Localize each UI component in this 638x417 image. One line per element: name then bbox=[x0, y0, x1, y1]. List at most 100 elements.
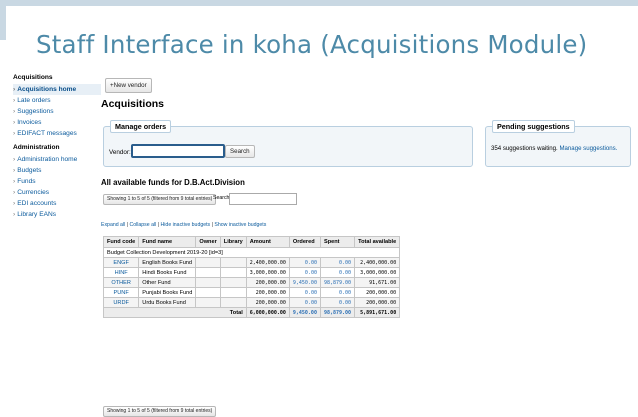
suggestions-waiting-count: 354 suggestions waiting. bbox=[491, 145, 558, 152]
fund-amount: 200,000.00 bbox=[245, 277, 290, 288]
fund-spent[interactable]: 0.00 bbox=[319, 267, 356, 278]
budget-group-row: Budget Collection Development 2019-20 [i… bbox=[102, 247, 401, 258]
fund-name: English Books Fund bbox=[138, 257, 197, 268]
sidebar-item-edi-accounts[interactable]: EDI accounts bbox=[13, 198, 101, 209]
fund-name: Punjabi Books Fund bbox=[138, 287, 197, 298]
pending-suggestions-panel: Pending suggestions 354 suggestions wait… bbox=[485, 120, 631, 167]
collapse-all-link[interactable]: Collapse all bbox=[129, 222, 156, 228]
fund-total-available: 3,000,000.00 bbox=[354, 267, 401, 278]
expand-all-link[interactable]: Expand all bbox=[101, 222, 125, 228]
funds-search-input[interactable] bbox=[229, 193, 297, 205]
table-header-row: Fund code Fund name Owner Library Amount Orde… bbox=[102, 236, 401, 248]
vendor-label: Vendor: bbox=[109, 149, 131, 156]
vendor-search-button[interactable]: Search bbox=[225, 145, 255, 158]
slide-left-decoration bbox=[0, 0, 6, 40]
total-available: 5,891,671.00 bbox=[354, 307, 401, 318]
fund-ordered[interactable]: 0.00 bbox=[288, 297, 321, 308]
sidebar-item-administration-home[interactable]: Administration home bbox=[13, 154, 101, 165]
fund-name: Urdu Books Fund bbox=[138, 297, 197, 308]
manage-orders-panel: Manage orders Vendor: Search bbox=[103, 120, 473, 167]
sidebar-item-currencies[interactable]: Currencies bbox=[13, 187, 101, 198]
total-label: Total bbox=[103, 307, 247, 318]
column-header-fund-code[interactable]: Fund code bbox=[102, 236, 140, 248]
budget-group-label: Budget Collection Development 2019-20 [i… bbox=[102, 247, 401, 258]
total-spent: 98,879.00 bbox=[319, 307, 356, 318]
funds-table: Fund code Fund name Owner Library Amount Orde… bbox=[102, 236, 401, 318]
fund-library bbox=[219, 277, 247, 288]
sidebar-item-budgets[interactable]: Budgets bbox=[13, 165, 101, 176]
fund-name: Hindi Books Fund bbox=[138, 267, 197, 278]
fund-library bbox=[219, 297, 247, 308]
fund-owner bbox=[195, 277, 221, 288]
sidebar: Acquisitions Acquisitions homeLate orders… bbox=[13, 74, 101, 220]
column-header-library[interactable]: Library bbox=[219, 236, 247, 248]
slide-top-decoration bbox=[0, 0, 638, 6]
sidebar-section-heading: Acquisitions bbox=[13, 74, 53, 81]
budget-toggle-links: Expand all | Collapse all | Hide inactiv… bbox=[101, 222, 266, 228]
fund-owner bbox=[195, 297, 221, 308]
fund-code-link[interactable]: HINF bbox=[102, 267, 140, 278]
total-row: Total 6,000,000.00 9,450.00 98,879.00 5,891,… bbox=[103, 307, 401, 318]
fund-amount: 3,000,000.00 bbox=[245, 267, 290, 278]
fund-name: Other Fund bbox=[138, 277, 197, 288]
table-body: Budget Collection Development 2019-20 [i… bbox=[102, 247, 401, 318]
fund-spent[interactable]: 0.00 bbox=[319, 297, 356, 308]
fund-library bbox=[219, 267, 247, 278]
fund-spent[interactable]: 0.00 bbox=[319, 287, 356, 298]
sidebar-item-suggestions[interactable]: Suggestions bbox=[13, 106, 101, 117]
new-vendor-button[interactable]: +New vendor bbox=[105, 78, 152, 93]
column-header-owner[interactable]: Owner bbox=[195, 236, 221, 248]
fund-ordered[interactable]: 0.00 bbox=[288, 257, 321, 268]
manage-suggestions-link[interactable]: Manage suggestions. bbox=[559, 145, 617, 152]
column-header-amount[interactable]: Amount bbox=[245, 236, 290, 248]
column-header-total-available[interactable]: Total available bbox=[354, 236, 401, 248]
column-header-ordered[interactable]: Ordered bbox=[288, 236, 321, 248]
sidebar-item-acquisitions-home[interactable]: Acquisitions home bbox=[13, 84, 101, 95]
table-row: PUNF Punjabi Books Fund 200,000.00 0.00 0.00… bbox=[102, 287, 401, 298]
fund-code-link[interactable]: URDF bbox=[102, 297, 140, 308]
fund-code-link[interactable]: ENGF bbox=[102, 257, 140, 268]
fund-amount: 200,000.00 bbox=[245, 287, 290, 298]
fund-library bbox=[219, 287, 247, 298]
pending-suggestions-legend: Pending suggestions bbox=[492, 120, 575, 133]
fund-total-available: 200,000.00 bbox=[354, 297, 401, 308]
fund-spent[interactable]: 0.00 bbox=[319, 257, 356, 268]
page-title: Acquisitions bbox=[101, 98, 165, 110]
column-header-fund-name[interactable]: Fund name bbox=[138, 236, 197, 248]
fund-spent[interactable]: 98,879.00 bbox=[319, 277, 356, 288]
fund-total-available: 91,671.00 bbox=[354, 277, 401, 288]
total-amount: 6,000,000.00 bbox=[245, 307, 290, 318]
column-header-spent[interactable]: Spent bbox=[319, 236, 356, 248]
hide-inactive-link[interactable]: Hide inactive budgets bbox=[161, 222, 211, 228]
pending-suggestions-text: 354 suggestions waiting. Manage suggesti… bbox=[491, 145, 617, 152]
sidebar-item-edifact-messages[interactable]: EDIFACT messages bbox=[13, 128, 101, 139]
vendor-search-input[interactable] bbox=[131, 144, 225, 158]
fund-total-available: 2,400,000.00 bbox=[354, 257, 401, 268]
fund-code-link[interactable]: OTHER bbox=[102, 277, 140, 288]
table-row: URDF Urdu Books Fund 200,000.00 0.00 0.00 200… bbox=[102, 297, 401, 308]
fund-owner bbox=[195, 287, 221, 298]
table-row: HINF Hindi Books Fund 3,000,000.00 0.00 0.00… bbox=[102, 267, 401, 278]
fund-ordered[interactable]: 0.00 bbox=[288, 267, 321, 278]
sidebar-item-late-orders[interactable]: Late orders bbox=[13, 95, 101, 106]
fund-code-link[interactable]: PUNF bbox=[102, 287, 140, 298]
sidebar-item-funds[interactable]: Funds bbox=[13, 176, 101, 187]
sidebar-item-library-eans[interactable]: Library EANs bbox=[13, 209, 101, 220]
fund-amount: 2,400,000.00 bbox=[245, 257, 290, 268]
show-inactive-link[interactable]: Show inactive budgets bbox=[214, 222, 266, 228]
fund-ordered[interactable]: 0.00 bbox=[288, 287, 321, 298]
fund-owner bbox=[195, 267, 221, 278]
pagination-info-bottom[interactable]: Showing 1 to 5 of 5 (filtered from 9 tot… bbox=[103, 406, 217, 417]
sidebar-item-invoices[interactable]: Invoices bbox=[13, 117, 101, 128]
fund-owner bbox=[195, 257, 221, 268]
fund-total-available: 200,000.00 bbox=[354, 287, 401, 298]
sidebar-section-heading: Administration bbox=[13, 144, 60, 151]
table-row: ENGF English Books Fund 2,400,000.00 0.00 0.… bbox=[102, 257, 401, 268]
pagination-info-top[interactable]: Showing 1 to 5 of 5 (filtered from 9 tot… bbox=[103, 194, 217, 205]
slide-title: Staff Interface in koha (Acquisitions Mo… bbox=[36, 30, 588, 59]
total-ordered: 9,450.00 bbox=[288, 307, 321, 318]
table-row: OTHER Other Fund 200,000.00 9,450.00 98,879.… bbox=[102, 277, 401, 288]
fund-library bbox=[219, 257, 247, 268]
fund-amount: 200,000.00 bbox=[245, 297, 290, 308]
fund-ordered[interactable]: 9,450.00 bbox=[288, 277, 321, 288]
